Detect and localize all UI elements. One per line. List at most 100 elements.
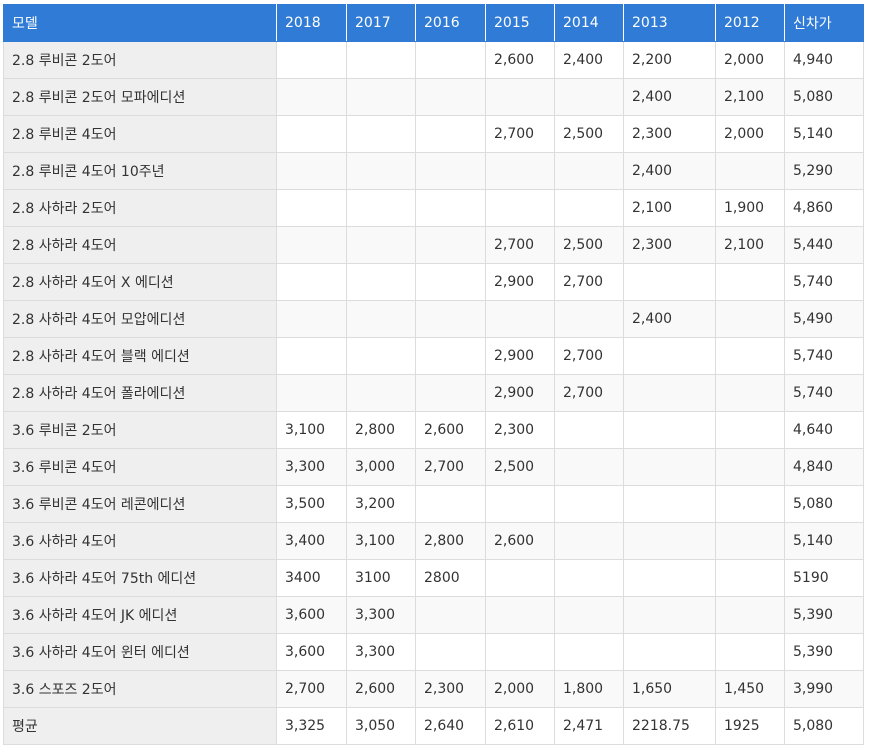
price-cell: 2,700 xyxy=(485,115,555,153)
price-cell: 2,700 xyxy=(554,263,624,301)
price-cell xyxy=(276,189,347,227)
new-price-cell: 5,740 xyxy=(784,374,864,412)
price-cell: 2,900 xyxy=(485,374,555,412)
price-cell: 2,300 xyxy=(623,115,716,153)
price-cell: 3,100 xyxy=(346,522,416,560)
model-name-cell: 2.8 루비콘 4도어 10주년 xyxy=(3,152,277,190)
price-cell xyxy=(715,448,785,486)
price-cell: 2218.75 xyxy=(623,707,716,745)
price-cell: 2,400 xyxy=(554,41,624,79)
table-row: 3.6 루비콘 4도어 레콘에디션 3,500 3,200 5,080 xyxy=(3,485,864,523)
new-price-cell: 5,080 xyxy=(784,707,864,745)
price-cell: 2,471 xyxy=(554,707,624,745)
price-cell xyxy=(276,337,347,375)
new-price-cell: 5,140 xyxy=(784,115,864,153)
price-cell: 2,500 xyxy=(554,115,624,153)
price-cell xyxy=(715,485,785,523)
new-price-cell: 5,080 xyxy=(784,78,864,116)
price-cell: 2,800 xyxy=(415,522,486,560)
model-name-cell: 2.8 사하라 4도어 X 에디션 xyxy=(3,263,277,301)
column-header-year: 2018 xyxy=(276,4,347,42)
model-name-cell: 3.6 루비콘 4도어 레콘에디션 xyxy=(3,485,277,523)
model-name-cell: 2.8 사하라 4도어 폴라에디션 xyxy=(3,374,277,412)
table-row: 2.8 루비콘 4도어 10주년 2,400 5,290 xyxy=(3,152,864,190)
price-cell xyxy=(715,337,785,375)
model-name-cell: 3.6 사하라 4도어 JK 에디션 xyxy=(3,596,277,634)
price-cell xyxy=(415,337,486,375)
new-price-cell: 5,140 xyxy=(784,522,864,560)
table-row: 3.6 루비콘 2도어 3,100 2,800 2,600 2,300 4,640 xyxy=(3,411,864,449)
price-cell xyxy=(715,596,785,634)
price-cell xyxy=(623,485,716,523)
new-price-cell: 4,840 xyxy=(784,448,864,486)
new-price-cell: 5,390 xyxy=(784,596,864,634)
table-row: 2.8 사하라 4도어 X 에디션 2,900 2,700 5,740 xyxy=(3,263,864,301)
price-cell xyxy=(346,41,416,79)
column-header-year: 2014 xyxy=(554,4,624,42)
model-name-cell: 2.8 사하라 4도어 블랙 에디션 xyxy=(3,337,277,375)
price-cell: 2,500 xyxy=(554,226,624,264)
price-cell xyxy=(715,522,785,560)
table-row: 3.6 사하라 4도어 JK 에디션 3,600 3,300 5,390 xyxy=(3,596,864,634)
column-header-new-price: 신차가 xyxy=(784,4,864,42)
price-cell: 3,300 xyxy=(276,448,347,486)
price-cell xyxy=(623,559,716,597)
price-cell: 1925 xyxy=(715,707,785,745)
price-cell xyxy=(415,152,486,190)
price-cell xyxy=(485,152,555,190)
table-row: 3.6 사하라 4도어 3,400 3,100 2,800 2,600 5,140 xyxy=(3,522,864,560)
table-row: 3.6 사하라 4도어 75th 에디션 3400 3100 2800 5190 xyxy=(3,559,864,597)
price-cell xyxy=(346,115,416,153)
model-name-cell: 3.6 루비콘 4도어 xyxy=(3,448,277,486)
new-price-cell: 5,290 xyxy=(784,152,864,190)
price-cell xyxy=(346,374,416,412)
price-cell xyxy=(415,263,486,301)
price-cell xyxy=(715,300,785,338)
price-cell: 2,600 xyxy=(485,522,555,560)
table-row: 2.8 사하라 4도어 2,700 2,500 2,300 2,100 5,440 xyxy=(3,226,864,264)
price-cell xyxy=(715,411,785,449)
price-cell: 3,400 xyxy=(276,522,347,560)
price-cell: 2,000 xyxy=(485,670,555,708)
table-row: 2.8 루비콘 4도어 2,700 2,500 2,300 2,000 5,140 xyxy=(3,115,864,153)
price-cell xyxy=(623,374,716,412)
price-cell xyxy=(623,633,716,671)
price-cell: 2,700 xyxy=(554,374,624,412)
price-cell: 3100 xyxy=(346,559,416,597)
column-header-year: 2013 xyxy=(623,4,716,42)
table-row: 2.8 루비콘 2도어 모파에디션 2,400 2,100 5,080 xyxy=(3,78,864,116)
table-row: 3.6 루비콘 4도어 3,300 3,000 2,700 2,500 4,840 xyxy=(3,448,864,486)
price-cell: 2,300 xyxy=(485,411,555,449)
price-cell xyxy=(623,337,716,375)
price-cell xyxy=(415,78,486,116)
table-row: 2.8 사하라 4도어 블랙 에디션 2,900 2,700 5,740 xyxy=(3,337,864,375)
price-cell xyxy=(415,374,486,412)
price-cell: 2,900 xyxy=(485,337,555,375)
model-name-cell: 3.6 사하라 4도어 xyxy=(3,522,277,560)
price-cell: 1,900 xyxy=(715,189,785,227)
price-cell xyxy=(554,189,624,227)
model-name-cell: 2.8 루비콘 4도어 xyxy=(3,115,277,153)
price-cell xyxy=(554,300,624,338)
new-price-cell: 5,440 xyxy=(784,226,864,264)
column-header-year: 2016 xyxy=(415,4,486,42)
price-cell xyxy=(276,300,347,338)
price-cell xyxy=(415,596,486,634)
price-cell xyxy=(415,115,486,153)
price-cell xyxy=(715,633,785,671)
price-cell xyxy=(623,411,716,449)
price-cell: 1,800 xyxy=(554,670,624,708)
price-cell: 2,400 xyxy=(623,300,716,338)
price-cell xyxy=(415,300,486,338)
price-cell xyxy=(554,522,624,560)
model-name-cell: 3.6 사하라 4도어 75th 에디션 xyxy=(3,559,277,597)
column-header-model: 모델 xyxy=(3,4,277,42)
table-row: 2.8 사하라 4도어 모압에디션 2,400 5,490 xyxy=(3,300,864,338)
price-cell xyxy=(485,189,555,227)
price-cell: 2,700 xyxy=(554,337,624,375)
price-cell xyxy=(346,300,416,338)
price-cell xyxy=(415,226,486,264)
price-cell xyxy=(346,263,416,301)
price-cell xyxy=(623,596,716,634)
new-price-cell: 3,990 xyxy=(784,670,864,708)
